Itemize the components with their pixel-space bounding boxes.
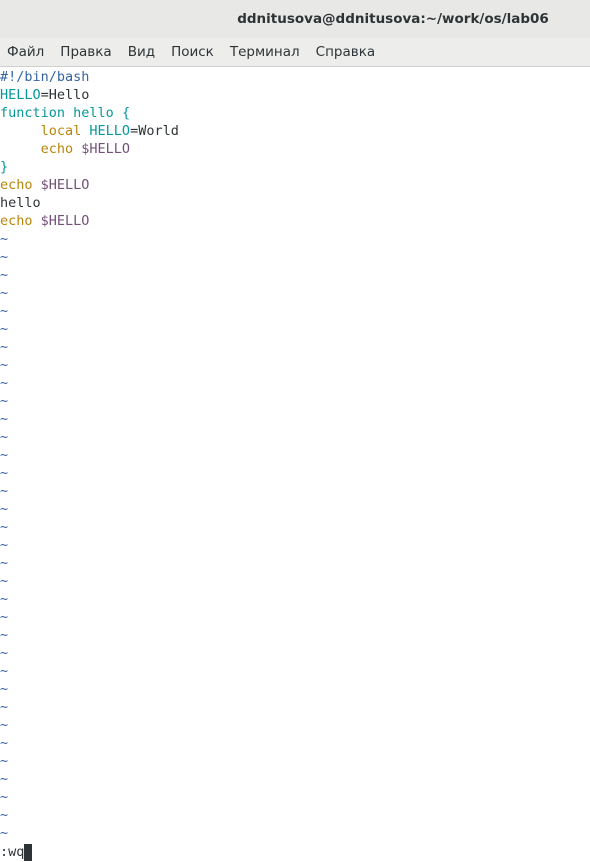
empty-line-marker: ~ xyxy=(0,555,9,571)
empty-line-marker: ~ xyxy=(0,267,9,283)
empty-line-marker: ~ xyxy=(0,231,9,247)
text-cursor xyxy=(24,843,33,861)
code-line: echo $HELLO xyxy=(0,140,590,158)
title-bar[interactable]: ddnitusova@ddnitusova:~/work/os/lab06 xyxy=(0,0,590,38)
menu-bar: Файл Правка Вид Поиск Терминал Справка xyxy=(0,38,590,67)
code-token: echo xyxy=(0,177,33,193)
code-token: echo xyxy=(0,213,33,229)
menu-item-1[interactable]: Правка xyxy=(52,44,119,60)
empty-line-marker: ~ xyxy=(0,393,9,409)
vim-command-line[interactable]: :wq xyxy=(0,843,33,861)
empty-line-marker: ~ xyxy=(0,771,9,787)
code-line: } xyxy=(0,158,590,176)
window-title: ddnitusova@ddnitusova:~/work/os/lab06 xyxy=(237,11,549,27)
code-token: { xyxy=(113,105,131,121)
empty-line-marker: ~ xyxy=(0,429,9,445)
empty-line-marker: ~ xyxy=(0,753,9,769)
empty-line-marker: ~ xyxy=(0,807,9,823)
code-token: $HELLO xyxy=(40,213,90,229)
empty-line-markers: ~ ~ ~ ~ ~ ~ ~ ~ ~ ~ ~ ~ ~ ~ ~ ~ ~ ~ ~ ~ ~ ~ ~ ~ ~ ~ ~ ~ ~ ~ ~ ~ ~ ~ xyxy=(0,230,590,842)
code-line: echo $HELLO xyxy=(0,212,590,230)
empty-line-marker: ~ xyxy=(0,627,9,643)
code-token: hello xyxy=(73,105,114,121)
empty-line-marker: ~ xyxy=(0,591,9,607)
code-token: local xyxy=(40,123,82,139)
empty-line-marker: ~ xyxy=(0,573,9,589)
empty-line-marker: ~ xyxy=(0,465,9,481)
code-token: hello xyxy=(0,195,41,211)
terminal-window: ddnitusova@ddnitusova:~/work/os/lab06 Фа… xyxy=(0,0,590,862)
empty-line-marker: ~ xyxy=(0,501,9,517)
menu-item-2[interactable]: Вид xyxy=(120,44,163,60)
empty-line-marker: ~ xyxy=(0,519,9,535)
code-token: function xyxy=(0,105,66,121)
empty-line-marker: ~ xyxy=(0,321,9,337)
empty-line-marker: ~ xyxy=(0,339,9,355)
command-text: :wq xyxy=(0,844,25,860)
empty-line-marker: ~ xyxy=(0,285,9,301)
code-token: } xyxy=(0,159,9,175)
empty-line-marker: ~ xyxy=(0,681,9,697)
editor-buffer: #!/bin/bash HELLO=Hello function hello { l… xyxy=(0,68,590,230)
empty-line-marker: ~ xyxy=(0,447,9,463)
code-line: function hello { xyxy=(0,104,590,122)
code-token: $HELLO xyxy=(81,141,131,157)
menu-item-3[interactable]: Поиск xyxy=(163,44,222,60)
code-token: =Hello xyxy=(40,87,90,103)
code-line: HELLO=Hello xyxy=(0,86,590,104)
code-token: HELLO xyxy=(0,87,41,103)
empty-line-marker: ~ xyxy=(0,789,9,805)
empty-line-marker: ~ xyxy=(0,825,9,841)
code-token: HELLO xyxy=(89,123,131,139)
empty-line-marker: ~ xyxy=(0,537,9,553)
empty-line-marker: ~ xyxy=(0,699,9,715)
empty-line-marker: ~ xyxy=(0,357,9,373)
empty-line-marker: ~ xyxy=(0,483,9,499)
empty-line-marker: ~ xyxy=(0,303,9,319)
empty-line-marker: ~ xyxy=(0,645,9,661)
menu-item-4[interactable]: Терминал xyxy=(222,44,308,60)
empty-line-marker: ~ xyxy=(0,249,9,265)
empty-line-marker: ~ xyxy=(0,411,9,427)
code-token: #!/bin/bash xyxy=(0,69,90,85)
code-line: #!/bin/bash xyxy=(0,68,590,86)
empty-line-marker: ~ xyxy=(0,609,9,625)
code-token: $HELLO xyxy=(40,177,90,193)
terminal-content[interactable]: #!/bin/bash HELLO=Hello function hello { l… xyxy=(0,67,590,862)
menu-item-5[interactable]: Справка xyxy=(308,44,383,60)
menu-item-0[interactable]: Файл xyxy=(0,44,52,60)
code-token: =World xyxy=(130,123,179,139)
code-line: local HELLO=World xyxy=(0,122,590,140)
empty-line-marker: ~ xyxy=(0,735,9,751)
empty-line-marker: ~ xyxy=(0,717,9,733)
code-line: echo $HELLO xyxy=(0,176,590,194)
empty-line-marker: ~ xyxy=(0,663,9,679)
code-token: echo xyxy=(40,141,74,157)
code-line: hello xyxy=(0,194,590,212)
empty-line-marker: ~ xyxy=(0,375,9,391)
